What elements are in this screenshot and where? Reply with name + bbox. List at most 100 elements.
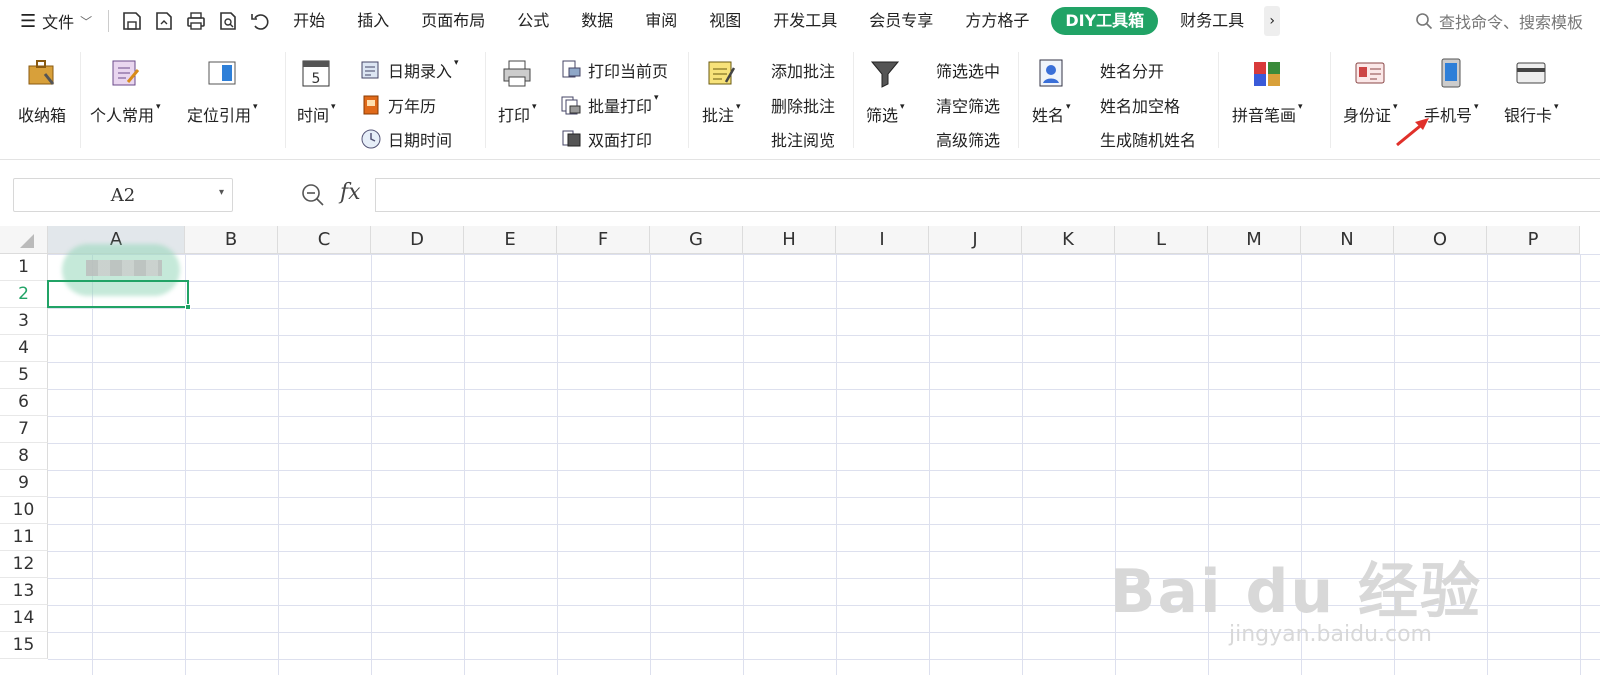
filter-selected-button[interactable]: 筛选选中	[936, 58, 1000, 82]
row-header-1[interactable]: 1	[0, 254, 48, 281]
save-icon[interactable]	[121, 10, 143, 32]
advanced-filter-button[interactable]: 高级筛选	[936, 127, 1000, 151]
more-tabs-button[interactable]: ›	[1264, 6, 1281, 36]
column-header-e[interactable]: E	[464, 226, 557, 254]
tab-review[interactable]: 审阅	[629, 0, 693, 42]
random-name-label: 生成随机姓名	[1100, 131, 1197, 150]
name-box[interactable]: A2 ▾	[13, 178, 233, 212]
command-search[interactable]: 查找命令、搜索模板	[1405, 0, 1600, 42]
column-header-j[interactable]: J	[929, 226, 1022, 254]
column-header-d[interactable]: D	[371, 226, 464, 254]
row-header-13[interactable]: 13	[0, 578, 48, 605]
filter-button[interactable]: 筛选 ▾	[866, 56, 905, 126]
tab-fangfang[interactable]: 方方格子	[949, 0, 1045, 42]
column-header-n[interactable]: N	[1301, 226, 1394, 254]
datetime-button[interactable]: 日期时间	[360, 127, 452, 151]
id-card-icon	[1355, 62, 1385, 84]
select-all-corner[interactable]	[0, 226, 48, 254]
calendar-button[interactable]: 万年历	[360, 93, 436, 117]
column-header-h[interactable]: H	[743, 226, 836, 254]
storage-box-button[interactable]: 收纳箱	[18, 56, 66, 126]
row-header-3[interactable]: 3	[0, 308, 48, 335]
batch-print-icon	[561, 96, 581, 115]
duplex-print-button[interactable]: 双面打印	[560, 127, 652, 151]
export-pdf-icon[interactable]	[153, 10, 175, 32]
row-header-14[interactable]: 14	[0, 605, 48, 632]
locate-reference-icon	[208, 61, 236, 85]
column-header-o[interactable]: O	[1394, 226, 1487, 254]
search-icon	[1416, 13, 1433, 30]
pinyin-stroke-label: 拼音笔画 ▾	[1232, 102, 1303, 125]
advanced-filter-label: 高级筛选	[936, 131, 1001, 150]
column-header-p[interactable]: P	[1487, 226, 1580, 254]
clear-filter-button[interactable]: 清空筛选	[936, 93, 1000, 117]
print-icon[interactable]	[185, 10, 207, 32]
column-header-l[interactable]: L	[1115, 226, 1208, 254]
add-comment-button[interactable]: 添加批注	[771, 58, 835, 82]
column-header-g[interactable]: G	[650, 226, 743, 254]
tab-developer[interactable]: 开发工具	[757, 0, 853, 42]
row-header-7[interactable]: 7	[0, 416, 48, 443]
file-menu-button[interactable]: ☰ 文件 ﹀	[0, 0, 102, 42]
blurred-text	[86, 260, 162, 276]
row-header-2[interactable]: 2	[0, 281, 48, 308]
tab-home[interactable]: 开始	[277, 0, 341, 42]
column-header-f[interactable]: F	[557, 226, 650, 254]
column-header-c[interactable]: C	[278, 226, 371, 254]
delete-comment-label: 删除批注	[771, 97, 836, 116]
tab-finance[interactable]: 财务工具	[1164, 0, 1260, 42]
tab-member[interactable]: 会员专享	[853, 0, 949, 42]
tab-data[interactable]: 数据	[565, 0, 629, 42]
tab-formulas[interactable]: 公式	[501, 0, 565, 42]
zoom-icon[interactable]	[300, 182, 326, 208]
random-name-button[interactable]: 生成随机姓名	[1100, 127, 1196, 151]
row-header-10[interactable]: 10	[0, 497, 48, 524]
read-comment-button[interactable]: 批注阅览	[771, 127, 835, 151]
row-header-12[interactable]: 12	[0, 551, 48, 578]
tab-insert[interactable]: 插入	[341, 0, 405, 42]
fill-handle[interactable]	[185, 304, 191, 310]
tab-page-layout[interactable]: 页面布局	[405, 0, 501, 42]
print-button[interactable]: 打印 ▾	[498, 56, 537, 126]
personal-favorites-label: 个人常用 ▾	[90, 102, 161, 125]
name-space-button[interactable]: 姓名加空格	[1100, 93, 1180, 117]
time-button[interactable]: 5 时间 ▾	[297, 56, 336, 126]
formula-input[interactable]	[375, 178, 1600, 212]
pinyin-stroke-button[interactable]: 拼音笔画 ▾	[1232, 56, 1303, 126]
personal-favorites-button[interactable]: 个人常用 ▾	[90, 56, 161, 126]
row-header-11[interactable]: 11	[0, 524, 48, 551]
row-header-15[interactable]: 15	[0, 632, 48, 659]
function-icon[interactable]: fx	[340, 180, 361, 205]
chevron-down-icon[interactable]: ▾	[219, 187, 224, 198]
id-card-label: 身份证 ▾	[1343, 102, 1398, 125]
clock-icon	[361, 129, 381, 149]
row-header-4[interactable]: 4	[0, 335, 48, 362]
funnel-icon	[871, 61, 900, 88]
print-current-page-button[interactable]: 打印当前页	[560, 58, 668, 82]
tab-diy-toolbox[interactable]: DIY工具箱	[1051, 7, 1159, 35]
column-header-m[interactable]: M	[1208, 226, 1301, 254]
column-header-i[interactable]: I	[836, 226, 929, 254]
print-preview-icon[interactable]	[217, 10, 239, 32]
bank-card-button[interactable]: 银行卡 ▾	[1504, 56, 1559, 126]
column-header-b[interactable]: B	[185, 226, 278, 254]
undo-icon[interactable]	[249, 10, 271, 32]
row-header-9[interactable]: 9	[0, 470, 48, 497]
row-header-6[interactable]: 6	[0, 389, 48, 416]
active-cell-a2[interactable]	[47, 280, 191, 310]
row-header-8[interactable]: 8	[0, 443, 48, 470]
filter-selected-label: 筛选选中	[936, 62, 1001, 81]
name-button[interactable]: 姓名 ▾	[1032, 56, 1071, 126]
column-header-k[interactable]: K	[1022, 226, 1115, 254]
split-name-button[interactable]: 姓名分开	[1100, 58, 1164, 82]
id-card-button[interactable]: 身份证 ▾	[1343, 56, 1398, 126]
date-entry-button[interactable]: 日期录入 ▾	[360, 58, 459, 82]
delete-comment-button[interactable]: 删除批注	[771, 93, 835, 117]
locate-reference-button[interactable]: 定位引用 ▾	[187, 56, 258, 126]
row-header-5[interactable]: 5	[0, 362, 48, 389]
batch-print-button[interactable]: 批量打印 ▾	[560, 93, 659, 117]
tab-view[interactable]: 视图	[693, 0, 757, 42]
comment-label: 批注 ▾	[702, 102, 741, 125]
red-arrow-annotation	[1396, 118, 1429, 147]
comment-button[interactable]: 批注 ▾	[702, 56, 741, 126]
